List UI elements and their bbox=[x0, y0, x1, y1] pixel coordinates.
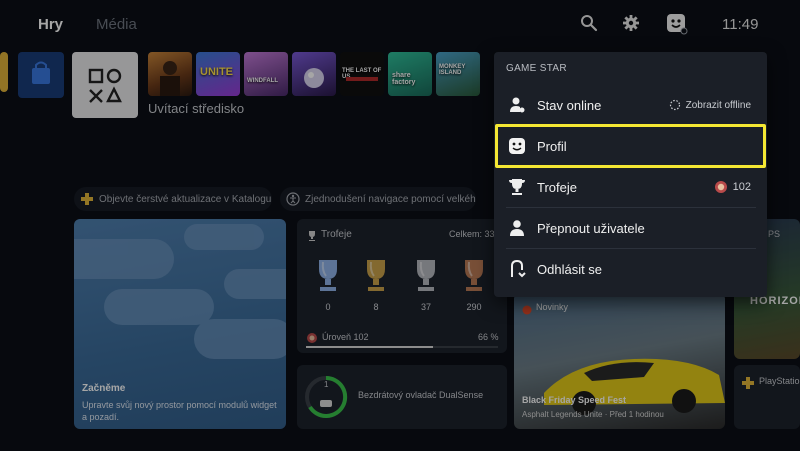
menu-item-label: Odhlásit se bbox=[537, 261, 603, 277]
trophy-icon bbox=[508, 178, 526, 196]
trophy-count-bronze: 290 bbox=[457, 257, 491, 312]
level-progress-track bbox=[306, 346, 498, 348]
level-progress-fill bbox=[306, 346, 433, 348]
store-bag-icon bbox=[32, 61, 50, 84]
battery-number: 1 bbox=[324, 380, 329, 389]
trophies-card-title: Trofeje bbox=[321, 229, 352, 240]
chip-label: Zjednodušení navigace pomocí velkého r bbox=[305, 193, 476, 205]
silver-trophy-icon bbox=[417, 260, 435, 291]
tab-media[interactable]: Média bbox=[96, 16, 137, 33]
trophy-level-icon bbox=[714, 181, 727, 193]
news-subtitle: Asphalt Legends Unite · Před 1 hodinou bbox=[522, 410, 664, 419]
controller-card[interactable]: 1 Bezdrátový ovladač DualSense bbox=[297, 365, 507, 429]
menu-item-label: Přepnout uživatele bbox=[537, 220, 645, 236]
gear-icon[interactable] bbox=[622, 14, 642, 34]
menu-item-trophies[interactable]: Trofeje 102 bbox=[494, 167, 767, 207]
game-tile-7[interactable]: MONKEY ISLAND bbox=[436, 52, 480, 96]
game-tile-5[interactable]: THE LAST OF US bbox=[340, 52, 384, 96]
trophy-count-value: 0 bbox=[325, 302, 331, 312]
gold-trophy-icon bbox=[367, 260, 385, 291]
menu-item-online-status[interactable]: Stav online Zobrazit offline bbox=[494, 85, 767, 125]
news-badge-icon bbox=[522, 302, 532, 315]
trophy-count-value: 8 bbox=[373, 302, 379, 312]
profile-avatar-icon[interactable] bbox=[666, 13, 688, 35]
logout-icon bbox=[508, 259, 526, 278]
offline-dotted-circle-icon bbox=[669, 99, 680, 111]
menu-item-logout[interactable]: Odhlásit se bbox=[494, 249, 767, 289]
top-bar: Hry Média 11:49 bbox=[0, 0, 800, 50]
show-offline-option[interactable]: Zobrazit offline bbox=[669, 99, 751, 111]
level-icon bbox=[306, 331, 318, 343]
bronze-trophy-icon bbox=[465, 260, 483, 291]
news-card[interactable]: Novinky Black Friday Speed Fest Asphalt … bbox=[514, 293, 725, 429]
game-tile-3[interactable]: WINDFALL bbox=[244, 52, 288, 96]
menu-item-label: Stav online bbox=[537, 97, 602, 113]
ps-store-tile[interactable] bbox=[18, 52, 64, 98]
trophy-level-value: 102 bbox=[732, 181, 751, 193]
focus-highlight bbox=[495, 124, 766, 168]
controller-label: Bezdrátový ovladač DualSense bbox=[358, 390, 484, 400]
trophy-count-platinum: 0 bbox=[311, 257, 345, 312]
ps-buttons-icon bbox=[88, 68, 122, 103]
welcome-hub-label: Uvítací středisko bbox=[148, 101, 245, 116]
trophies-total: Celkem: 335 bbox=[449, 229, 500, 239]
news-title: Black Friday Speed Fest bbox=[522, 395, 627, 405]
menu-header: GAME STAR bbox=[506, 63, 567, 74]
switch-user-icon bbox=[508, 219, 526, 237]
clock: 11:49 bbox=[722, 16, 759, 33]
level-progress-text: 66 % bbox=[478, 332, 499, 342]
plus-label: PlayStation bbox=[759, 376, 800, 386]
news-label: Novinky bbox=[536, 302, 569, 312]
profile-menu: GAME STAR Stav online Zobrazit offline P… bbox=[494, 52, 767, 297]
online-status-icon bbox=[508, 96, 526, 114]
platinum-trophy-icon bbox=[319, 260, 337, 291]
show-offline-label: Zobrazit offline bbox=[685, 99, 751, 111]
chip-label: Objevte čerstvé aktualizace v Katalogu h… bbox=[99, 193, 272, 205]
tab-games[interactable]: Hry bbox=[38, 16, 63, 33]
game-tile-2[interactable]: UNITE bbox=[196, 52, 240, 96]
trophy-count-gold: 8 bbox=[359, 257, 393, 312]
getting-started-card[interactable]: Začněme Upravte svůj nový prostor pomocí… bbox=[74, 219, 286, 429]
game-tile-6[interactable]: share factory bbox=[388, 52, 432, 96]
trophy-level-badge: 102 bbox=[714, 180, 751, 194]
trophy-icon bbox=[306, 229, 318, 241]
car-illustration bbox=[544, 358, 725, 415]
menu-item-switch-user[interactable]: Přepnout uživatele bbox=[494, 208, 767, 248]
trophy-level: Úroveň 102 bbox=[322, 332, 369, 342]
plus-card[interactable]: PlayStation bbox=[734, 365, 800, 429]
chip-catalog-updates[interactable]: Objevte čerstvé aktualizace v Katalogu h… bbox=[74, 187, 272, 211]
game-tile-1[interactable] bbox=[148, 52, 192, 96]
trophy-count-silver: 37 bbox=[409, 257, 443, 312]
plus-icon bbox=[80, 192, 94, 206]
game-tile-4[interactable] bbox=[292, 52, 336, 96]
welcome-hub-tile[interactable] bbox=[72, 52, 138, 118]
partial-tile-left[interactable] bbox=[0, 52, 8, 92]
card-description: Upravte svůj nový prostor pomocí modulů … bbox=[82, 400, 277, 422]
search-icon[interactable] bbox=[580, 14, 600, 34]
widgets-illustration bbox=[74, 224, 286, 359]
trophy-count-value: 290 bbox=[466, 302, 482, 312]
menu-item-label: Trofeje bbox=[537, 179, 577, 195]
card-title: Začněme bbox=[82, 383, 126, 394]
accessibility-icon bbox=[286, 192, 300, 206]
ps-plus-icon bbox=[742, 376, 754, 389]
trophy-count-value: 37 bbox=[420, 302, 431, 312]
chip-accessibility[interactable]: Zjednodušení navigace pomocí velkého r bbox=[280, 187, 476, 211]
trophies-card[interactable]: Trofeje Celkem: 335 0 8 37 290 Úroveň 102 6… bbox=[297, 219, 507, 353]
